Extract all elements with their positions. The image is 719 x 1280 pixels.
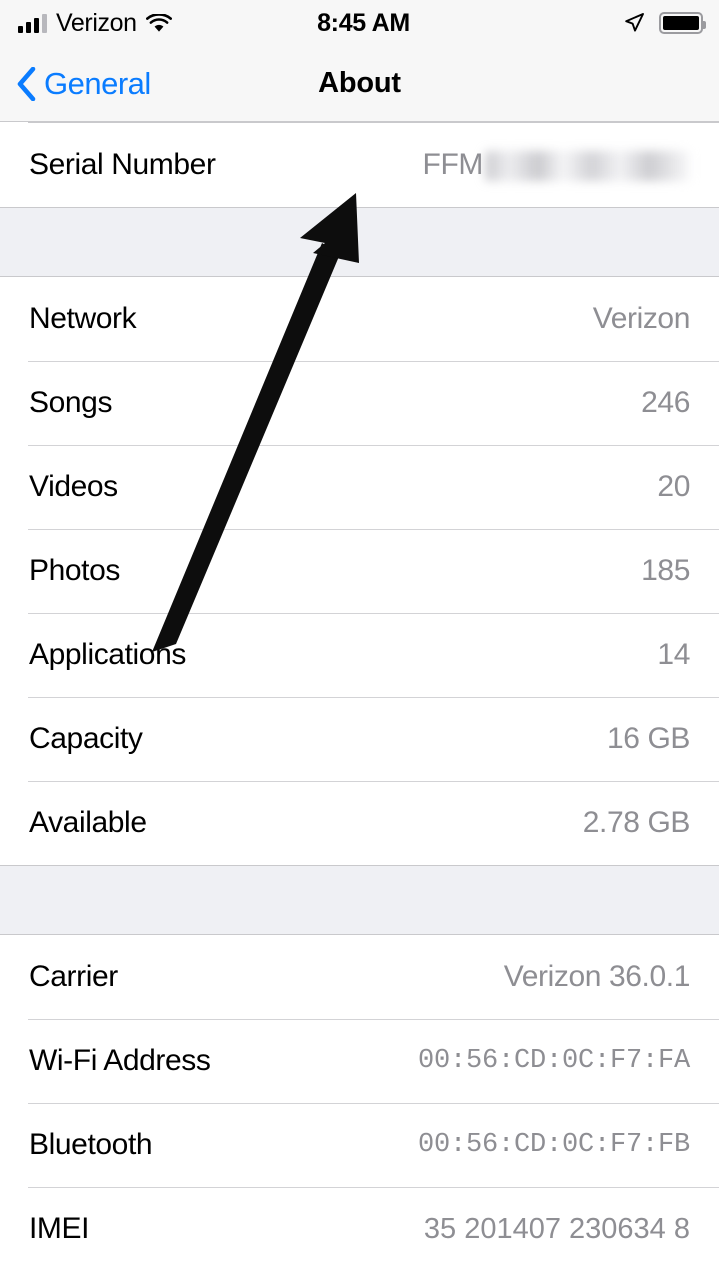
row-value: 14 — [657, 638, 690, 671]
table-row-videos[interactable]: Videos 20 — [0, 445, 719, 529]
row-label: Wi-Fi Address — [29, 1044, 211, 1077]
row-value: Verizon 36.0.1 — [503, 960, 691, 993]
status-bar-clock: 8:45 AM — [317, 8, 410, 37]
settings-group-hardware: Carrier Verizon 36.0.1 Wi-Fi Address 00:… — [0, 935, 719, 1271]
table-row-applications[interactable]: Applications 14 — [0, 613, 719, 697]
row-value: 35 201407 230634 8 — [423, 1212, 690, 1245]
row-label: Serial Number — [29, 148, 216, 181]
row-value: 00:56:CD:0C:F7:FB — [417, 1130, 690, 1160]
row-label: Songs — [29, 386, 113, 419]
navigation-bar: General About — [0, 46, 719, 122]
table-row-capacity[interactable]: Capacity 16 GB — [0, 697, 719, 781]
settings-group-identity: Serial Number FFM — [0, 122, 719, 207]
row-value-group: FFM — [423, 148, 690, 182]
row-value: 246 — [641, 386, 690, 419]
row-label: Available — [29, 806, 147, 839]
row-value: 16 GB — [606, 722, 690, 755]
table-row-imei[interactable]: IMEI 35 201407 230634 8 — [0, 1187, 719, 1271]
table-row-songs[interactable]: Songs 246 — [0, 361, 719, 445]
status-bar-center: 8:45 AM — [0, 0, 719, 46]
row-label: Network — [29, 302, 137, 335]
table-row-network[interactable]: Network Verizon — [0, 277, 719, 361]
row-label: Capacity — [29, 722, 143, 755]
row-label: Videos — [29, 470, 118, 503]
row-label: Carrier — [29, 960, 118, 993]
section-gap-2 — [0, 865, 719, 935]
table-row-photos[interactable]: Photos 185 — [0, 529, 719, 613]
row-value: 20 — [657, 470, 690, 503]
redaction-blur-overlay — [485, 151, 690, 181]
row-label: IMEI — [29, 1212, 90, 1245]
row-value: 2.78 GB — [582, 806, 691, 839]
row-value: 185 — [641, 554, 690, 587]
status-bar: Verizon 8:45 AM — [0, 0, 719, 46]
section-gap-1 — [0, 207, 719, 277]
row-label: Applications — [29, 638, 186, 671]
iphone-settings-about-screen: Verizon 8:45 AM General About Serial Num… — [0, 0, 719, 1280]
page-title: About — [318, 67, 401, 99]
settings-group-storage: Network Verizon Songs 246 Videos 20 Phot… — [0, 277, 719, 865]
table-row-carrier[interactable]: Carrier Verizon 36.0.1 — [0, 935, 719, 1019]
row-value: FFM — [422, 148, 484, 181]
table-row-serial-number[interactable]: Serial Number FFM — [0, 123, 719, 207]
table-row-available[interactable]: Available 2.78 GB — [0, 781, 719, 865]
table-row-bluetooth[interactable]: Bluetooth 00:56:CD:0C:F7:FB — [0, 1103, 719, 1187]
row-label: Photos — [29, 554, 120, 587]
location-arrow-icon — [623, 12, 645, 34]
settings-list: Serial Number FFM Network Verizon Songs … — [0, 122, 719, 1271]
table-row-wifi-address[interactable]: Wi-Fi Address 00:56:CD:0C:F7:FA — [0, 1019, 719, 1103]
status-bar-right — [623, 0, 706, 46]
battery-full-icon — [659, 12, 706, 34]
row-value: Verizon — [592, 302, 691, 335]
row-value: 00:56:CD:0C:F7:FA — [417, 1046, 690, 1076]
row-label: Bluetooth — [29, 1128, 153, 1161]
